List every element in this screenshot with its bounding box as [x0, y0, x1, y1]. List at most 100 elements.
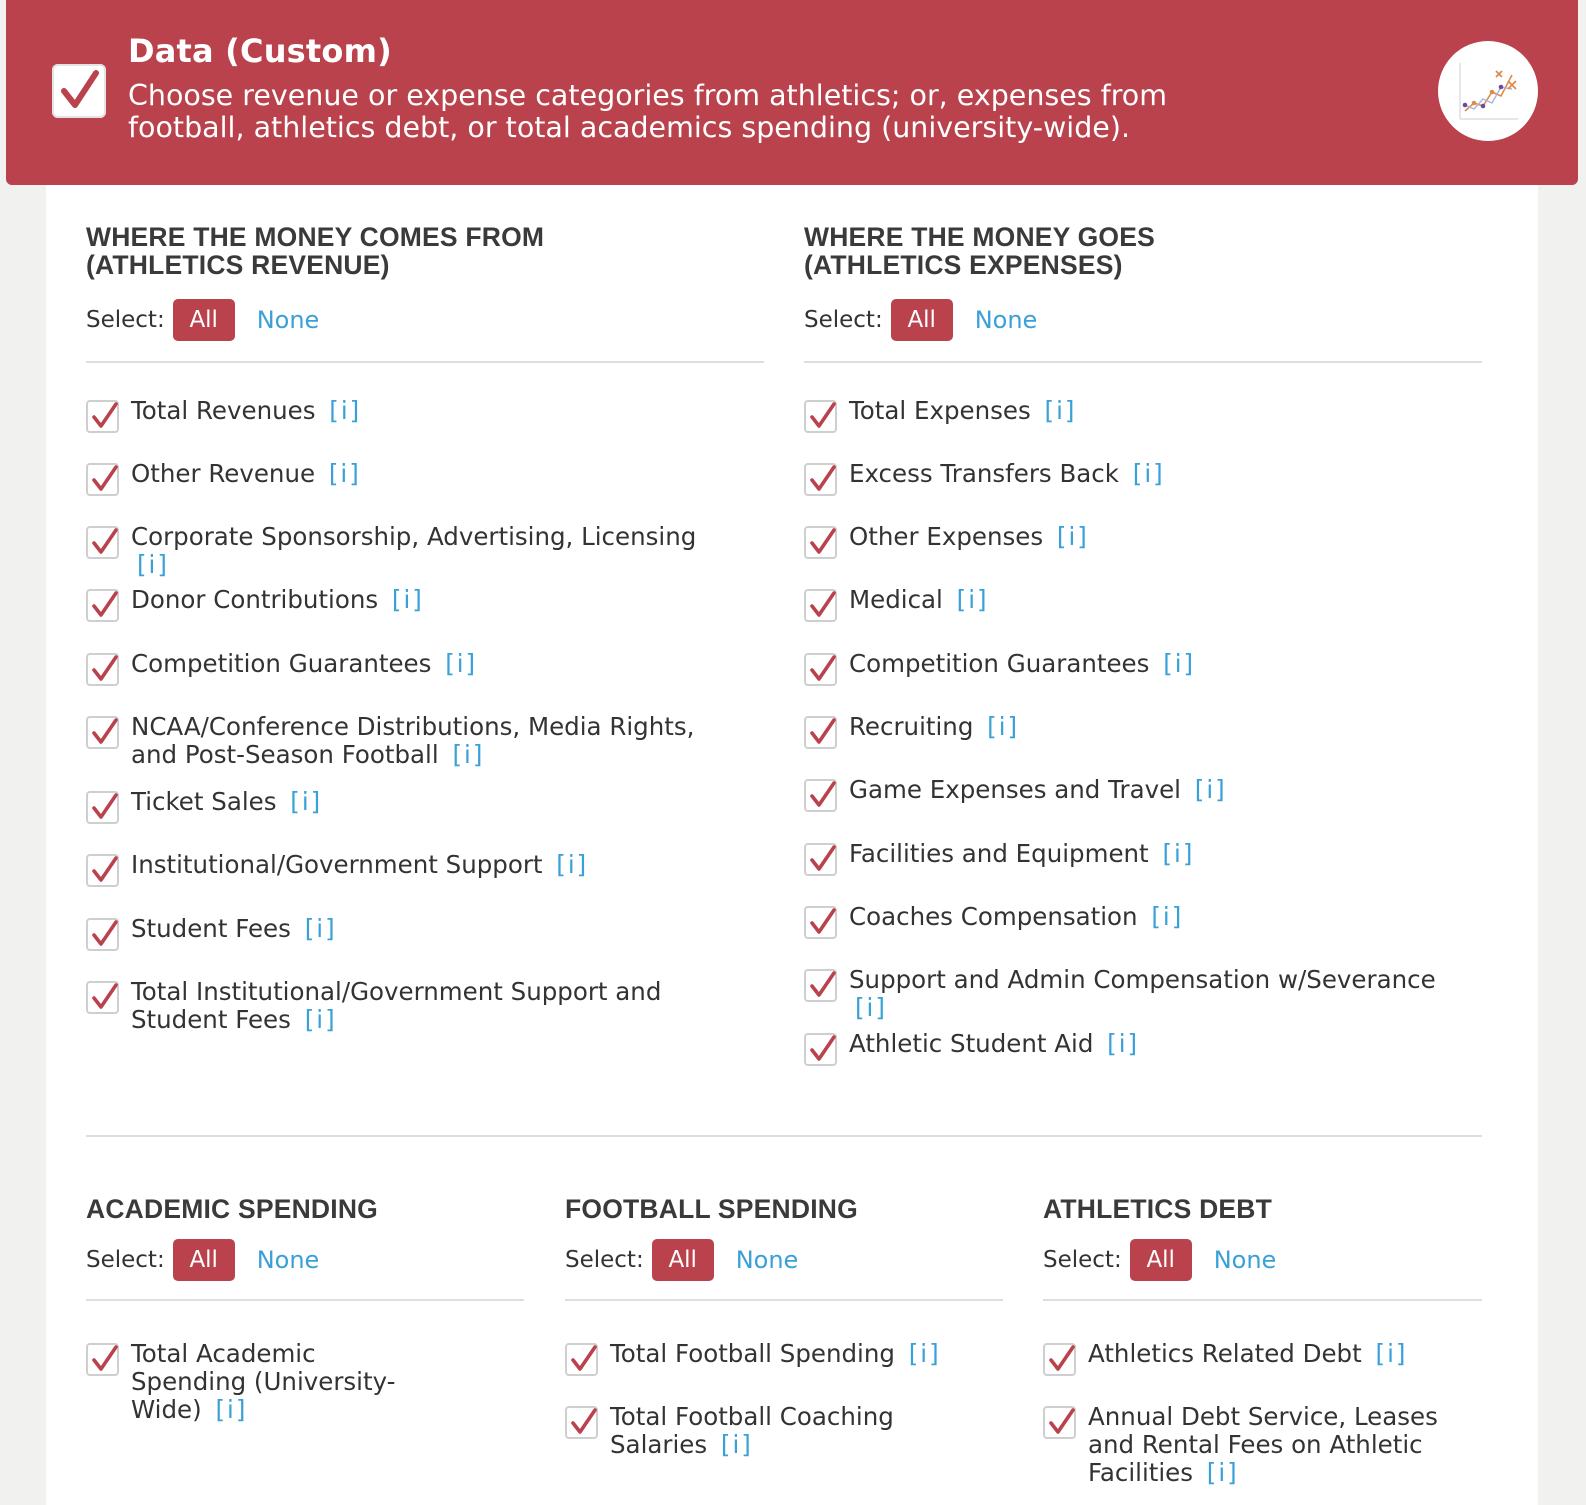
- revenue-option-checkbox[interactable]: [86, 918, 119, 951]
- revenue-option-item[interactable]: Corporate Sponsorship, Advertising, Lice…: [86, 523, 726, 579]
- expenses-option-item[interactable]: Coaches Compensation [i]: [804, 903, 1464, 939]
- revenue-option-item[interactable]: Other Revenue [i]: [86, 460, 726, 496]
- info-link[interactable]: [i]: [1057, 522, 1089, 551]
- info-link[interactable]: [i]: [1163, 649, 1195, 678]
- football-select-all-button[interactable]: All: [651, 1239, 714, 1281]
- revenue-option-label: Total Institutional/Government Support a…: [131, 978, 726, 1034]
- expenses-option-item[interactable]: Excess Transfers Back [i]: [804, 460, 1464, 496]
- checkmark-icon: [810, 908, 836, 934]
- option-label-text: Athletics Related Debt: [1088, 1339, 1362, 1368]
- academic-select-all-button[interactable]: All: [172, 1239, 235, 1281]
- info-link[interactable]: [i]: [987, 712, 1019, 741]
- debt-select-none-link[interactable]: None: [1214, 1246, 1277, 1274]
- expenses-option-checkbox[interactable]: [804, 463, 837, 496]
- expenses-option-checkbox[interactable]: [804, 653, 837, 686]
- revenue-option-checkbox[interactable]: [86, 400, 119, 433]
- expenses-option-item[interactable]: Recruiting [i]: [804, 713, 1464, 749]
- revenue-option-item[interactable]: Total Revenues [i]: [86, 397, 726, 433]
- expenses-option-item[interactable]: Athletic Student Aid [i]: [804, 1030, 1464, 1066]
- academic-option-item[interactable]: Total Academic Spending (University-Wide…: [86, 1340, 406, 1424]
- debt-select-all-button[interactable]: All: [1129, 1239, 1192, 1281]
- info-link[interactable]: [i]: [452, 740, 484, 769]
- header-checkbox[interactable]: [52, 64, 106, 118]
- info-link[interactable]: [i]: [290, 787, 322, 816]
- option-label-text: NCAA/Conference Distributions, Media Rig…: [131, 712, 695, 769]
- expenses-option-item[interactable]: Other Expenses [i]: [804, 523, 1464, 559]
- expenses-option-checkbox[interactable]: [804, 906, 837, 939]
- revenue-option-checkbox[interactable]: [86, 463, 119, 496]
- select-label: Select:: [86, 307, 165, 333]
- academic-option-checkbox[interactable]: [86, 1343, 119, 1376]
- expenses-option-checkbox[interactable]: [804, 1033, 837, 1066]
- revenue-select-none-link[interactable]: None: [257, 306, 320, 334]
- revenue-option-checkbox[interactable]: [86, 981, 119, 1014]
- football-option-item[interactable]: Total Football Coaching Salaries [i]: [565, 1403, 965, 1459]
- info-link[interactable]: [i]: [855, 993, 887, 1022]
- revenue-option-checkbox[interactable]: [86, 854, 119, 887]
- expenses-option-item[interactable]: Competition Guarantees [i]: [804, 650, 1464, 686]
- info-link[interactable]: [i]: [137, 550, 169, 579]
- info-link[interactable]: [i]: [329, 459, 361, 488]
- info-link[interactable]: [i]: [392, 585, 424, 614]
- info-link[interactable]: [i]: [1151, 902, 1183, 931]
- info-link[interactable]: [i]: [1045, 396, 1077, 425]
- info-link[interactable]: [i]: [305, 914, 337, 943]
- revenue-option-checkbox[interactable]: [86, 791, 119, 824]
- info-link[interactable]: [i]: [329, 396, 361, 425]
- revenue-option-item[interactable]: Student Fees [i]: [86, 915, 726, 951]
- revenue-option-item[interactable]: Total Institutional/Government Support a…: [86, 978, 726, 1034]
- info-link[interactable]: [i]: [1162, 839, 1194, 868]
- revenue-option-checkbox[interactable]: [86, 716, 119, 749]
- expenses-select-all-button[interactable]: All: [890, 299, 953, 341]
- info-link[interactable]: [i]: [305, 1005, 337, 1034]
- revenue-option-checkbox[interactable]: [86, 526, 119, 559]
- info-link[interactable]: [i]: [1195, 775, 1227, 804]
- debt-option-checkbox[interactable]: [1043, 1406, 1076, 1439]
- expenses-option-item[interactable]: Support and Admin Compensation w/Severan…: [804, 966, 1464, 1022]
- info-link[interactable]: [i]: [957, 585, 989, 614]
- revenue-option-item[interactable]: Ticket Sales [i]: [86, 788, 726, 824]
- info-link[interactable]: [i]: [1207, 1458, 1239, 1487]
- checkmark-icon: [810, 718, 836, 744]
- expenses-option-checkbox[interactable]: [804, 779, 837, 812]
- football-select-none-link[interactable]: None: [736, 1246, 799, 1274]
- checkmark-icon: [810, 971, 836, 997]
- info-link[interactable]: [i]: [1133, 459, 1165, 488]
- expenses-option-item[interactable]: Medical [i]: [804, 586, 1464, 622]
- chart-badge[interactable]: [1438, 41, 1538, 141]
- football-option-item[interactable]: Total Football Spending [i]: [565, 1340, 965, 1376]
- expenses-select-none-link[interactable]: None: [975, 306, 1038, 334]
- revenue-option-item[interactable]: NCAA/Conference Distributions, Media Rig…: [86, 713, 726, 769]
- info-link[interactable]: [i]: [909, 1339, 941, 1368]
- revenue-select-all-button[interactable]: All: [172, 299, 235, 341]
- expenses-option-checkbox[interactable]: [804, 589, 837, 622]
- revenue-option-checkbox[interactable]: [86, 589, 119, 622]
- info-link[interactable]: [i]: [1107, 1029, 1139, 1058]
- debt-option-label: Athletics Related Debt [i]: [1088, 1340, 1407, 1368]
- revenue-option-checkbox[interactable]: [86, 653, 119, 686]
- info-link[interactable]: [i]: [721, 1430, 753, 1459]
- info-link[interactable]: [i]: [445, 649, 477, 678]
- revenue-option-item[interactable]: Competition Guarantees [i]: [86, 650, 726, 686]
- expenses-option-checkbox[interactable]: [804, 716, 837, 749]
- football-divider: [565, 1299, 1003, 1301]
- info-link[interactable]: [i]: [556, 850, 588, 879]
- expenses-option-item[interactable]: Total Expenses [i]: [804, 397, 1464, 433]
- debt-option-item[interactable]: Athletics Related Debt [i]: [1043, 1340, 1443, 1376]
- expenses-option-checkbox[interactable]: [804, 843, 837, 876]
- academic-select-none-link[interactable]: None: [257, 1246, 320, 1274]
- info-link[interactable]: [i]: [1376, 1339, 1408, 1368]
- debt-option-item[interactable]: Annual Debt Service, Leases and Rental F…: [1043, 1403, 1443, 1487]
- debt-option-checkbox[interactable]: [1043, 1343, 1076, 1376]
- expenses-option-checkbox[interactable]: [804, 969, 837, 1002]
- expenses-option-checkbox[interactable]: [804, 400, 837, 433]
- revenue-option-item[interactable]: Institutional/Government Support [i]: [86, 851, 726, 887]
- football-option-checkbox[interactable]: [565, 1406, 598, 1439]
- revenue-option-item[interactable]: Donor Contributions [i]: [86, 586, 726, 622]
- info-link[interactable]: [i]: [215, 1395, 247, 1424]
- expenses-option-checkbox[interactable]: [804, 526, 837, 559]
- expenses-option-item[interactable]: Game Expenses and Travel [i]: [804, 776, 1464, 812]
- revenue-option-label: NCAA/Conference Distributions, Media Rig…: [131, 713, 726, 769]
- expenses-option-item[interactable]: Facilities and Equipment [i]: [804, 840, 1464, 876]
- football-option-checkbox[interactable]: [565, 1343, 598, 1376]
